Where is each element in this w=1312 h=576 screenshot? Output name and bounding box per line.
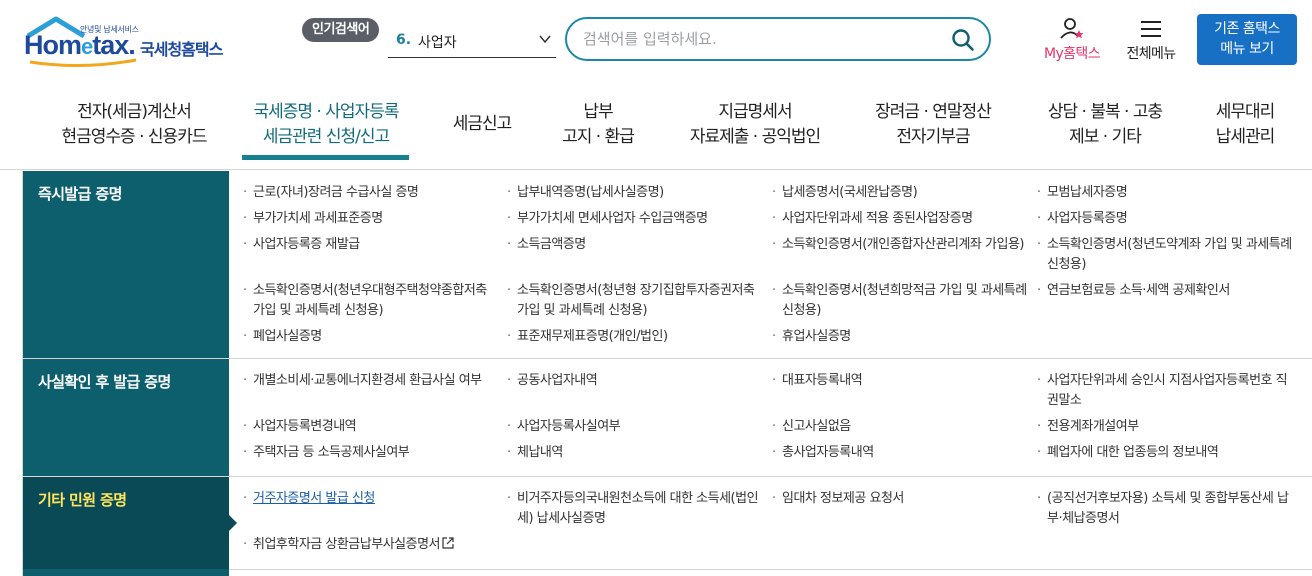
next-row-edge xyxy=(23,569,1312,576)
menu-item[interactable]: 신고사실없음 xyxy=(770,417,1030,437)
menu-item[interactable]: 주택자금 등 소득공제사실여부 xyxy=(241,443,501,463)
menu-item[interactable]: 납부내역증명(납세사실증명) xyxy=(505,183,765,203)
all-menu-button[interactable]: 전체메뉴 xyxy=(1118,16,1184,64)
category-title[interactable]: 즉시발급 증명 xyxy=(23,171,229,358)
menu-item[interactable]: 소득금액증명 xyxy=(505,235,765,255)
menu-item-label: 취업후학자금 상환금납부사실증명서 xyxy=(253,537,441,552)
gnb-tax-filing[interactable]: 세금신고 xyxy=(438,112,526,137)
gnb-line1: 국세증명 · 사업자등록 xyxy=(253,102,400,122)
menu-item[interactable]: 사업자등록변경내역 xyxy=(241,417,501,437)
hamburger-menu-icon xyxy=(1141,21,1161,37)
menu-item[interactable]: (공직선거후보자용) 소득세 및 종합부동산세 납부·체납증명서 xyxy=(1035,489,1297,529)
logo-wordmark: Hometax. xyxy=(24,30,136,60)
gnb-consultation[interactable]: 상담 · 불복 · 고충 제보 · 기타 xyxy=(1030,100,1180,150)
my-hometax-label: My홈택스 xyxy=(1043,46,1101,62)
menu-item[interactable]: 연금보험료등 소득·세액 공제확인서 xyxy=(1035,281,1297,301)
gnb-payment-statement[interactable]: 지급명세서 자료제출 · 공익법인 xyxy=(674,100,836,150)
gnb-line2: 자료제출 · 공익법인 xyxy=(689,127,821,147)
gnb-line2: 전자기부금 xyxy=(896,127,970,147)
next-category-head-edge xyxy=(23,569,229,576)
gnb-line1: 세금신고 xyxy=(452,114,513,134)
gnb-certificate-registration[interactable]: 국세증명 · 사업자등록 세금관련 신청/신고 xyxy=(236,100,416,150)
menu-item[interactable]: 부가가치세 과세표준증명 xyxy=(241,209,501,229)
menu-item[interactable]: 공동사업자내역 xyxy=(505,371,765,391)
gnb-line2: 세금관련 신청/신고 xyxy=(262,127,390,147)
menu-item[interactable]: 체납내역 xyxy=(505,443,765,463)
hometax-logo[interactable]: 안녕및 납세서비스 Hometax. 국세청홈택스 xyxy=(22,14,242,70)
all-menu-label: 전체메뉴 xyxy=(1126,46,1176,62)
gnb-line2: 제보 · 기타 xyxy=(1069,127,1142,147)
gnb-tax-agent[interactable]: 세무대리 납세관리 xyxy=(1200,100,1290,150)
gnb-incentive-settlement[interactable]: 장려금 · 연말정산 전자기부금 xyxy=(858,100,1008,150)
menu-item[interactable]: 총사업자등록내역 xyxy=(770,443,1030,463)
popular-keyword-select[interactable]: 6. 사업자 xyxy=(388,26,556,58)
external-link-icon xyxy=(442,537,454,549)
menu-item[interactable]: 소득확인증명서(청년도약계좌 가입 및 과세특례 신청용) xyxy=(1035,235,1297,275)
gnb-line2: 납세관리 xyxy=(1215,127,1276,147)
menu-item-selected[interactable]: 거주자증명서 발급 신청 xyxy=(241,489,501,509)
gnb-e-invoice[interactable]: 전자(세금)계산서 현금영수증 · 신용카드 xyxy=(44,100,224,150)
gnb-line1: 장려금 · 연말정산 xyxy=(875,102,992,122)
menu-item[interactable]: 소득확인증명서(청년희망적금 가입 및 과세특례 신청용) xyxy=(770,281,1030,321)
gnb-line2: 현금영수증 · 신용카드 xyxy=(61,127,208,147)
menu-item[interactable]: 사업자단위과세 승인시 지점사업자등록번호 직권말소 xyxy=(1035,371,1297,411)
menu-item[interactable]: 사업자등록사실여부 xyxy=(505,417,765,437)
my-hometax-button[interactable]: My홈택스 xyxy=(1036,16,1108,64)
popular-rank: 6. xyxy=(396,32,412,48)
user-star-icon xyxy=(1060,18,1084,39)
category-immediate-issue: 즉시발급 증명 근로(자녀)장려금 수급사실 증명 납부내역증명(납세사실증명)… xyxy=(23,171,1312,359)
legacy-menu-button[interactable]: 기존 홈택스 메뉴 보기 xyxy=(1197,14,1297,65)
gnb-payment[interactable]: 납부 고지 · 환급 xyxy=(538,100,658,150)
category-other-civil: 기타 민원 증명 거주자증명서 발급 신청 비거주자등의국내원천소득에 대한 소… xyxy=(23,477,1312,569)
popular-keyword-tag: 인기검색어 xyxy=(302,18,380,42)
category-post-verification: 사실확인 후 발급 증명 개별소비세·교통에너지환경세 환급사실 여부 공동사업… xyxy=(23,359,1312,477)
category-title[interactable]: 사실확인 후 발급 증명 xyxy=(23,359,229,476)
menu-item[interactable]: 소득확인증명서(개인종합자산관리계좌 가입용) xyxy=(770,235,1030,255)
menu-item[interactable]: 비거주자등의국내원천소득에 대한 소득세(법인세) 납세사실증명 xyxy=(505,489,765,529)
menu-item-external[interactable]: 취업후학자금 상환금납부사실증명서 xyxy=(241,535,541,555)
menu-item[interactable]: 임대차 정보제공 요청서 xyxy=(770,489,1030,509)
logo-swoosh xyxy=(29,58,137,68)
selected-pointer xyxy=(229,515,237,531)
menu-item[interactable]: 사업자단위과세 적용 종된사업장증명 xyxy=(770,209,1030,229)
menu-item[interactable]: 납세증명서(국세완납증명) xyxy=(770,183,1030,203)
search-input[interactable] xyxy=(583,28,943,50)
menu-item[interactable]: 사업자등록증명 xyxy=(1035,209,1295,229)
submenu-panel: 즉시발급 증명 근로(자녀)장려금 수급사실 증명 납부내역증명(납세사실증명)… xyxy=(22,171,1312,576)
menu-item[interactable]: 폐업사실증명 xyxy=(241,327,501,347)
search-icon[interactable] xyxy=(951,28,975,52)
gnb-line1: 지급명세서 xyxy=(718,102,792,122)
gnb-line1: 세무대리 xyxy=(1215,102,1276,122)
menu-item[interactable]: 근로(자녀)장려금 수급사실 증명 xyxy=(241,183,501,203)
gnb-line2: 고지 · 환급 xyxy=(562,127,635,147)
header: 안녕및 납세서비스 Hometax. 국세청홈택스 인기검색어 6. 사업자 M… xyxy=(0,0,1312,82)
legacy-menu-line1: 기존 홈택스 xyxy=(1214,21,1280,37)
menu-item[interactable]: 대표자등록내역 xyxy=(770,371,1030,391)
category-title-selected[interactable]: 기타 민원 증명 xyxy=(23,477,229,569)
gnb-line1: 전자(세금)계산서 xyxy=(77,102,192,122)
menu-item[interactable]: 폐업자에 대한 업종등의 정보내역 xyxy=(1035,443,1297,463)
legacy-menu-line2: 메뉴 보기 xyxy=(1220,41,1274,57)
menu-item[interactable]: 표준재무제표증명(개인/법인) xyxy=(505,327,765,347)
gnb-line1: 납부 xyxy=(583,102,613,122)
logo-korean-name: 국세청홈택스 xyxy=(140,40,223,59)
menu-item[interactable]: 사업자등록증 재발급 xyxy=(241,235,501,255)
menu-item[interactable]: 전용계좌개설여부 xyxy=(1035,417,1297,437)
global-navigation: 전자(세금)계산서 현금영수증 · 신용카드 국세증명 · 사업자등록 세금관련… xyxy=(0,82,1312,170)
menu-item[interactable]: 소득확인증명서(청년형 장기집합투자증권저축 가입 및 과세특례 신청용) xyxy=(505,281,765,321)
search-box xyxy=(565,17,991,61)
menu-item[interactable]: 소득확인증명서(청년우대형주택청약종합저축 가입 및 과세특례 신청용) xyxy=(241,281,501,321)
chevron-down-icon xyxy=(539,35,551,44)
active-tab-underline xyxy=(242,155,409,160)
gnb-line1: 상담 · 불복 · 고충 xyxy=(1047,102,1163,122)
menu-item[interactable]: 개별소비세·교통에너지환경세 환급사실 여부 xyxy=(241,371,501,391)
menu-item[interactable]: 휴업사실증명 xyxy=(770,327,1030,347)
popular-keyword: 사업자 xyxy=(418,35,457,51)
menu-item[interactable]: 모범납세자증명 xyxy=(1035,183,1295,203)
menu-item[interactable]: 부가가치세 면세사업자 수입금액증명 xyxy=(505,209,765,229)
